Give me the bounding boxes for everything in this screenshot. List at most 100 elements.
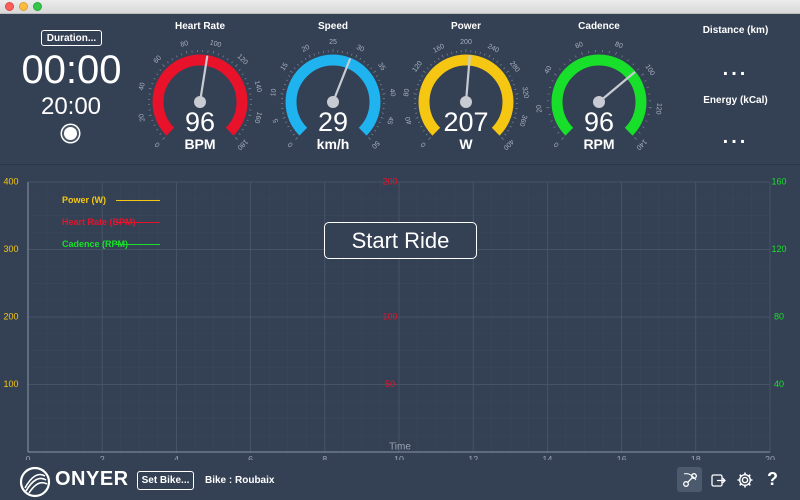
gauge-tick (378, 79, 381, 81)
gauge-tick (416, 84, 420, 86)
gauge-tick-label: 80 (403, 88, 411, 97)
cadence-gauge: Cadence 0 20 40 60 80 100 120 140 96 RPM (534, 16, 664, 156)
gauge-tick (627, 59, 629, 62)
heart-rate-axis-tick: 200 (382, 176, 397, 186)
speed-value: 29 (317, 107, 349, 137)
x-tick-label: 0 (25, 454, 30, 460)
target-duration: 20:00 (40, 93, 102, 120)
gauge-tick (226, 58, 229, 61)
gauge-tick (153, 78, 156, 80)
gauge-tick (508, 75, 511, 77)
gauge-tick (644, 80, 647, 82)
gauge-tick-label: 320 (521, 86, 530, 99)
gauge-tick (496, 60, 499, 63)
gauge-tick (304, 57, 307, 60)
gauge-tick (421, 75, 424, 77)
gauge-tick (293, 67, 296, 70)
gauge-tick (238, 69, 241, 71)
gauge-tick (235, 64, 238, 67)
gauge-tick (641, 73, 645, 76)
gauge-tick (246, 83, 249, 85)
gauge-tick (492, 57, 495, 60)
bike-name: Bike : Roubaix (205, 475, 275, 486)
gauge-tick (171, 58, 174, 61)
cadence-axis-tick: 40 (774, 379, 784, 389)
gauge-tick (511, 79, 514, 81)
export-icon (710, 473, 726, 487)
x-tick-label: 8 (322, 454, 327, 460)
gauge-tick-label: 30 (355, 44, 365, 54)
gauge-tick-label: 80 (180, 40, 189, 49)
gauge-tick (288, 75, 291, 77)
heart-rate-axis-tick: 50 (385, 379, 395, 389)
gauge-tick-label: 15 (280, 62, 290, 73)
gauge-tick-label: 160 (432, 43, 446, 55)
energy-label: Energy (kCal) (703, 95, 768, 106)
gauge-tick (426, 67, 429, 70)
duration-button[interactable]: Duration... (41, 30, 102, 46)
gauge-tick-label: 80 (614, 41, 624, 50)
settings-button[interactable] (732, 467, 757, 492)
speed-gauge: Speed 0 5 10 15 20 25 30 35 40 45 50 29 km/h (268, 16, 398, 156)
energy-value: ... (722, 126, 749, 148)
sensor-link-icon (682, 472, 697, 487)
gauge-tick (549, 86, 552, 88)
x-tick-label: 12 (468, 454, 478, 460)
cadence-unit: RPM (583, 136, 615, 152)
gauge-tick (313, 53, 315, 56)
gauge-tick-label: 120 (411, 60, 424, 74)
gauge-tick (231, 61, 233, 64)
x-tick-label: 20 (765, 454, 775, 460)
distance-value: ... (722, 58, 749, 80)
heart-rate-gauge: Heart Rate 0 20 40 60 80 100 120 140 160 180 96 B… (135, 16, 265, 156)
gauge-tick (621, 55, 623, 58)
gauge-tick-label: 60 (574, 41, 584, 50)
cadence-value: 96 (583, 107, 615, 137)
onyer-logo-text: ONYER (55, 468, 129, 490)
gauge-tick-label: 100 (209, 39, 222, 49)
gauge-tick (575, 55, 577, 58)
set-bike-button[interactable]: Set Bike... (137, 471, 194, 490)
gauge-tick (375, 75, 378, 77)
gauge-tick-label: 25 (329, 39, 337, 46)
gauge-tick (632, 63, 635, 66)
gear-icon (737, 472, 752, 487)
gauge-tick (441, 54, 444, 58)
legend-heart-rate-line (116, 222, 160, 223)
gauge-tick (446, 53, 448, 56)
export-button[interactable] (705, 467, 730, 492)
gauge-tick-label: 20 (301, 44, 311, 54)
timer-toggle[interactable] (62, 125, 79, 142)
power-gauge: Power 0 40 80 120 160 200 240 280 320 360 400 207 … (401, 16, 531, 156)
gauge-tick-label: 40 (543, 65, 553, 75)
gauge-title: Cadence (578, 21, 620, 32)
heart-rate-axis-tick: 100 (382, 311, 397, 321)
x-tick-label: 6 (248, 454, 253, 460)
legend-cadence-line (116, 244, 160, 245)
gauge-tick (355, 54, 358, 58)
onyer-logo-icon (19, 466, 51, 498)
help-button[interactable]: ? (760, 467, 785, 492)
power-value: 207 (443, 107, 489, 137)
legend-power-line (116, 200, 160, 201)
gauge-tick (300, 60, 303, 63)
gauge-tick-label: 35 (376, 62, 386, 73)
gauge-tick (248, 87, 252, 90)
gauge-tick (551, 80, 554, 82)
x-tick-label: 14 (542, 454, 552, 460)
start-ride-button[interactable]: Start Ride (324, 222, 477, 259)
x-tick-label: 4 (174, 454, 179, 460)
window-zoom-button[interactable] (33, 2, 42, 11)
gauge-tick (283, 84, 287, 86)
gauge-tick (222, 55, 224, 58)
gauge-tick (297, 63, 299, 66)
gauge-tick (148, 87, 152, 90)
gauge-tick (512, 84, 516, 86)
gauge-tick-label: 200 (460, 39, 472, 46)
x-tick-label: 16 (617, 454, 627, 460)
window-close-button[interactable] (5, 2, 14, 11)
connect-sensors-button[interactable] (677, 467, 702, 492)
speed-unit: km/h (316, 136, 350, 152)
gauge-tick (181, 53, 183, 56)
window-minimize-button[interactable] (19, 2, 28, 11)
